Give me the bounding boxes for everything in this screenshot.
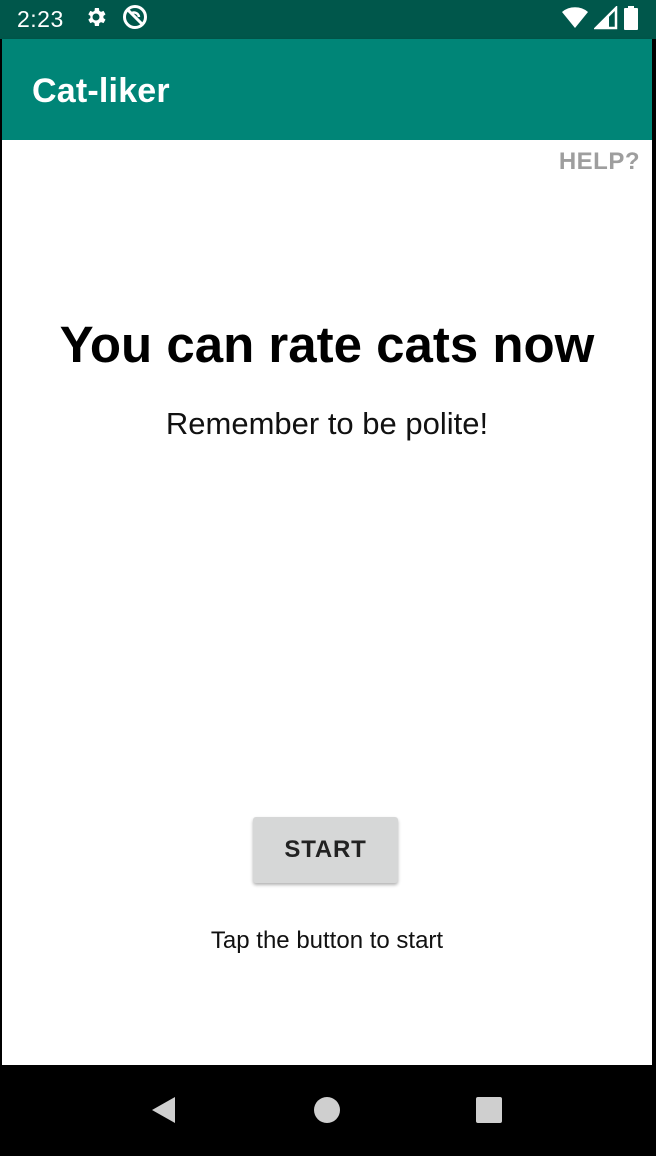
wifi-icon bbox=[562, 6, 588, 35]
recents-icon[interactable] bbox=[472, 1093, 506, 1127]
page-subtitle: Remember to be polite! bbox=[165, 406, 489, 441]
help-button[interactable]: HELP? bbox=[559, 148, 640, 176]
status-notification-icons bbox=[84, 4, 148, 35]
navigation-bar bbox=[0, 1065, 656, 1156]
status-bar: 2:23 bbox=[0, 0, 656, 39]
start-button[interactable]: START bbox=[253, 817, 398, 883]
back-icon[interactable] bbox=[146, 1093, 180, 1127]
main-content: HELP? You can rate cats now Remember to … bbox=[2, 140, 652, 1065]
no-sync-icon bbox=[122, 4, 148, 35]
status-time: 2:23 bbox=[17, 6, 64, 32]
battery-icon bbox=[624, 6, 638, 35]
gear-icon bbox=[84, 5, 108, 34]
app-bar: Cat-liker bbox=[2, 39, 652, 140]
app-title: Cat-liker bbox=[32, 72, 170, 110]
status-system-icons bbox=[562, 4, 638, 35]
signal-icon bbox=[592, 4, 618, 35]
start-hint: Tap the button to start bbox=[210, 927, 444, 954]
home-icon[interactable] bbox=[310, 1093, 344, 1127]
page-title: You can rate cats now bbox=[59, 316, 595, 373]
